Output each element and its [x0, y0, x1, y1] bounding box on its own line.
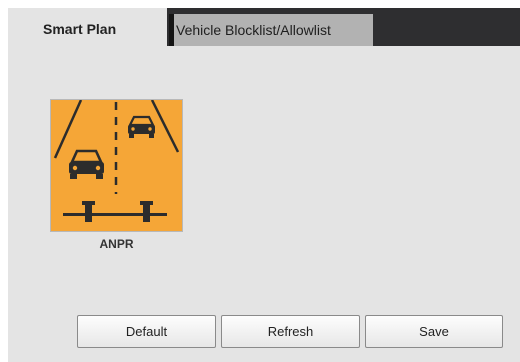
- refresh-button[interactable]: Refresh: [221, 315, 360, 348]
- save-button[interactable]: Save: [365, 315, 503, 348]
- tab-smart-plan[interactable]: Smart Plan: [8, 8, 167, 46]
- tab-smart-plan-label: Smart Plan: [43, 21, 117, 37]
- anpr-tile-label: ANPR: [99, 237, 134, 251]
- tab-bar: Smart Plan Vehicle Blocklist/Allowlist: [8, 8, 520, 46]
- tab-vehicle-blocklist-allowlist[interactable]: Vehicle Blocklist/Allowlist: [169, 14, 373, 46]
- tab-vehicle-blocklist-allowlist-label: Vehicle Blocklist/Allowlist: [176, 22, 331, 38]
- default-button[interactable]: Default: [77, 315, 216, 348]
- anpr-road-vehicles-icon: [51, 100, 182, 231]
- smart-plan-panel: Smart Plan Vehicle Blocklist/Allowlist A…: [8, 8, 520, 362]
- tab-divider: [169, 14, 174, 46]
- anpr-plan-tile[interactable]: [50, 99, 183, 232]
